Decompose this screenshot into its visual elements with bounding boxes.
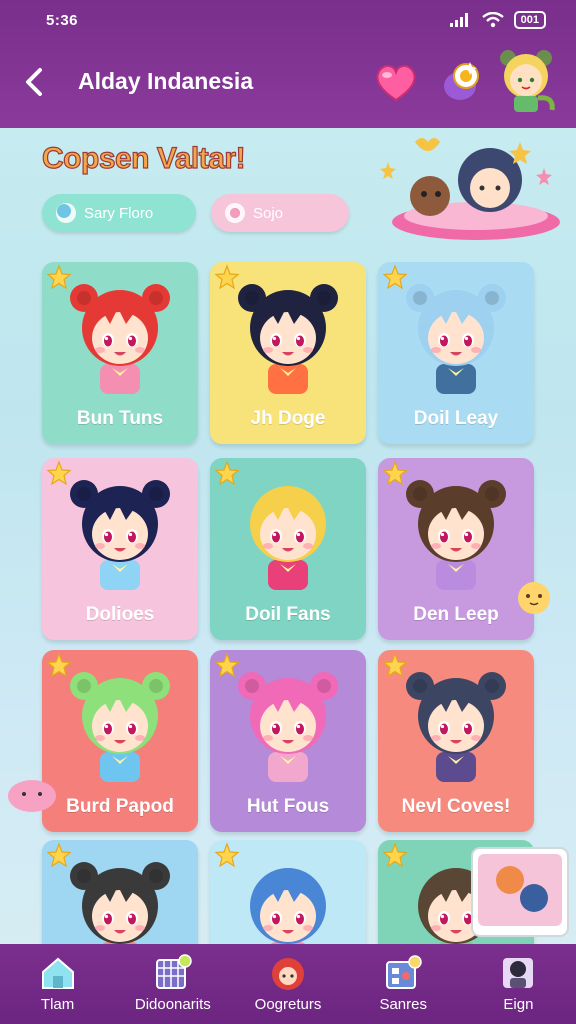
mini-preview-card[interactable]	[470, 846, 570, 938]
user-avatar[interactable]	[494, 46, 558, 116]
filter-pill-1[interactable]: Sary Floro	[42, 194, 196, 232]
header: Alday Indanesia	[0, 50, 576, 112]
nav-item-home[interactable]: Tlam	[0, 944, 115, 1024]
nav-label: Eign	[503, 996, 534, 1013]
favorite-star-icon[interactable]	[214, 460, 240, 486]
signal-icon	[449, 13, 468, 27]
character-card[interactable]: Hut Fous	[210, 650, 366, 832]
sun-sticker-icon	[518, 582, 550, 614]
pink-cat-sticker-icon	[8, 780, 56, 812]
character-portrait	[406, 284, 506, 394]
favorite-star-icon[interactable]	[46, 460, 72, 486]
character-portrait	[238, 284, 338, 394]
flower-icon	[225, 203, 245, 223]
character-portrait	[70, 480, 170, 590]
globe-icon	[56, 203, 76, 223]
character-name: Dolioes	[85, 604, 155, 625]
character-name: Nevl Coves!	[401, 796, 511, 817]
nav-item-profile[interactable]: Eign	[461, 944, 576, 1024]
character-card[interactable]: Jh Doge	[210, 262, 366, 444]
back-arrow-icon[interactable]	[20, 64, 50, 100]
nav-label: Tlam	[40, 996, 75, 1013]
nav-item-stores[interactable]: Sanres	[346, 944, 461, 1024]
favorite-star-icon[interactable]	[214, 264, 240, 290]
character-icon	[272, 958, 304, 990]
filter-pill-2[interactable]: Sojo	[211, 194, 349, 232]
character-portrait	[70, 284, 170, 394]
nav-item-characters[interactable]: Oogreturs	[230, 944, 345, 1024]
profile-icon	[503, 958, 534, 988]
character-portrait	[70, 672, 170, 782]
favorite-star-icon[interactable]	[214, 842, 240, 868]
heart-icon[interactable]	[372, 60, 420, 104]
character-card[interactable]: Bun Tuns	[42, 262, 198, 444]
character-name: Doil Fans	[245, 604, 331, 625]
filter-pill-label: Sary Floro	[84, 204, 154, 222]
character-card[interactable]: Dolioes	[42, 458, 198, 640]
notification-bell-icon[interactable]	[440, 58, 484, 104]
favorite-star-icon[interactable]	[382, 460, 408, 486]
character-portrait	[250, 486, 326, 590]
status-time: 5:36	[46, 12, 79, 29]
nav-label: Sanres	[379, 996, 427, 1013]
wifi-icon	[481, 12, 504, 28]
character-card[interactable]: Burd Papod	[42, 650, 198, 832]
favorite-star-icon[interactable]	[46, 652, 72, 678]
favorite-star-icon[interactable]	[46, 264, 72, 290]
character-name: Bun Tuns	[76, 408, 164, 429]
favorite-star-icon[interactable]	[382, 842, 408, 868]
store-icon	[386, 955, 422, 989]
character-portrait	[406, 672, 506, 782]
bottom-navigation: Tlam Didoonarits Oogreturs Sanres Eign	[0, 944, 576, 1024]
character-name: Hut Fous	[246, 796, 330, 817]
favorite-star-icon[interactable]	[46, 842, 72, 868]
nav-item-dictionaries[interactable]: Didoonarits	[115, 944, 230, 1024]
favorite-star-icon[interactable]	[382, 652, 408, 678]
featured-banner-illustration[interactable]	[380, 132, 560, 248]
character-card[interactable]: Doil Fans	[210, 458, 366, 640]
character-portrait	[406, 480, 506, 590]
character-name: Jh Doge	[250, 408, 326, 429]
favorite-star-icon[interactable]	[214, 652, 240, 678]
page-title: Alday Indanesia	[78, 68, 254, 94]
character-name: Burd Papod	[66, 796, 174, 817]
filter-pill-label: Sojo	[253, 204, 284, 222]
grid-calendar-icon	[155, 954, 192, 989]
character-portrait	[238, 672, 338, 782]
nav-label: Oogreturs	[254, 996, 322, 1013]
status-icons: 001	[449, 11, 546, 29]
favorite-star-icon[interactable]	[382, 264, 408, 290]
top-bar: 5:36 001 Alday Indanesia	[0, 0, 576, 128]
character-name: Doil Leay	[413, 408, 499, 429]
section-title: Copsen Valtar!	[41, 141, 246, 175]
home-icon	[41, 957, 74, 989]
status-bar: 5:36 001	[0, 10, 576, 32]
nav-label: Didoonarits	[134, 996, 211, 1013]
character-card[interactable]: Nevl Coves!	[378, 650, 534, 832]
character-card[interactable]: Doil Leay	[378, 262, 534, 444]
battery-indicator: 001	[513, 11, 546, 29]
